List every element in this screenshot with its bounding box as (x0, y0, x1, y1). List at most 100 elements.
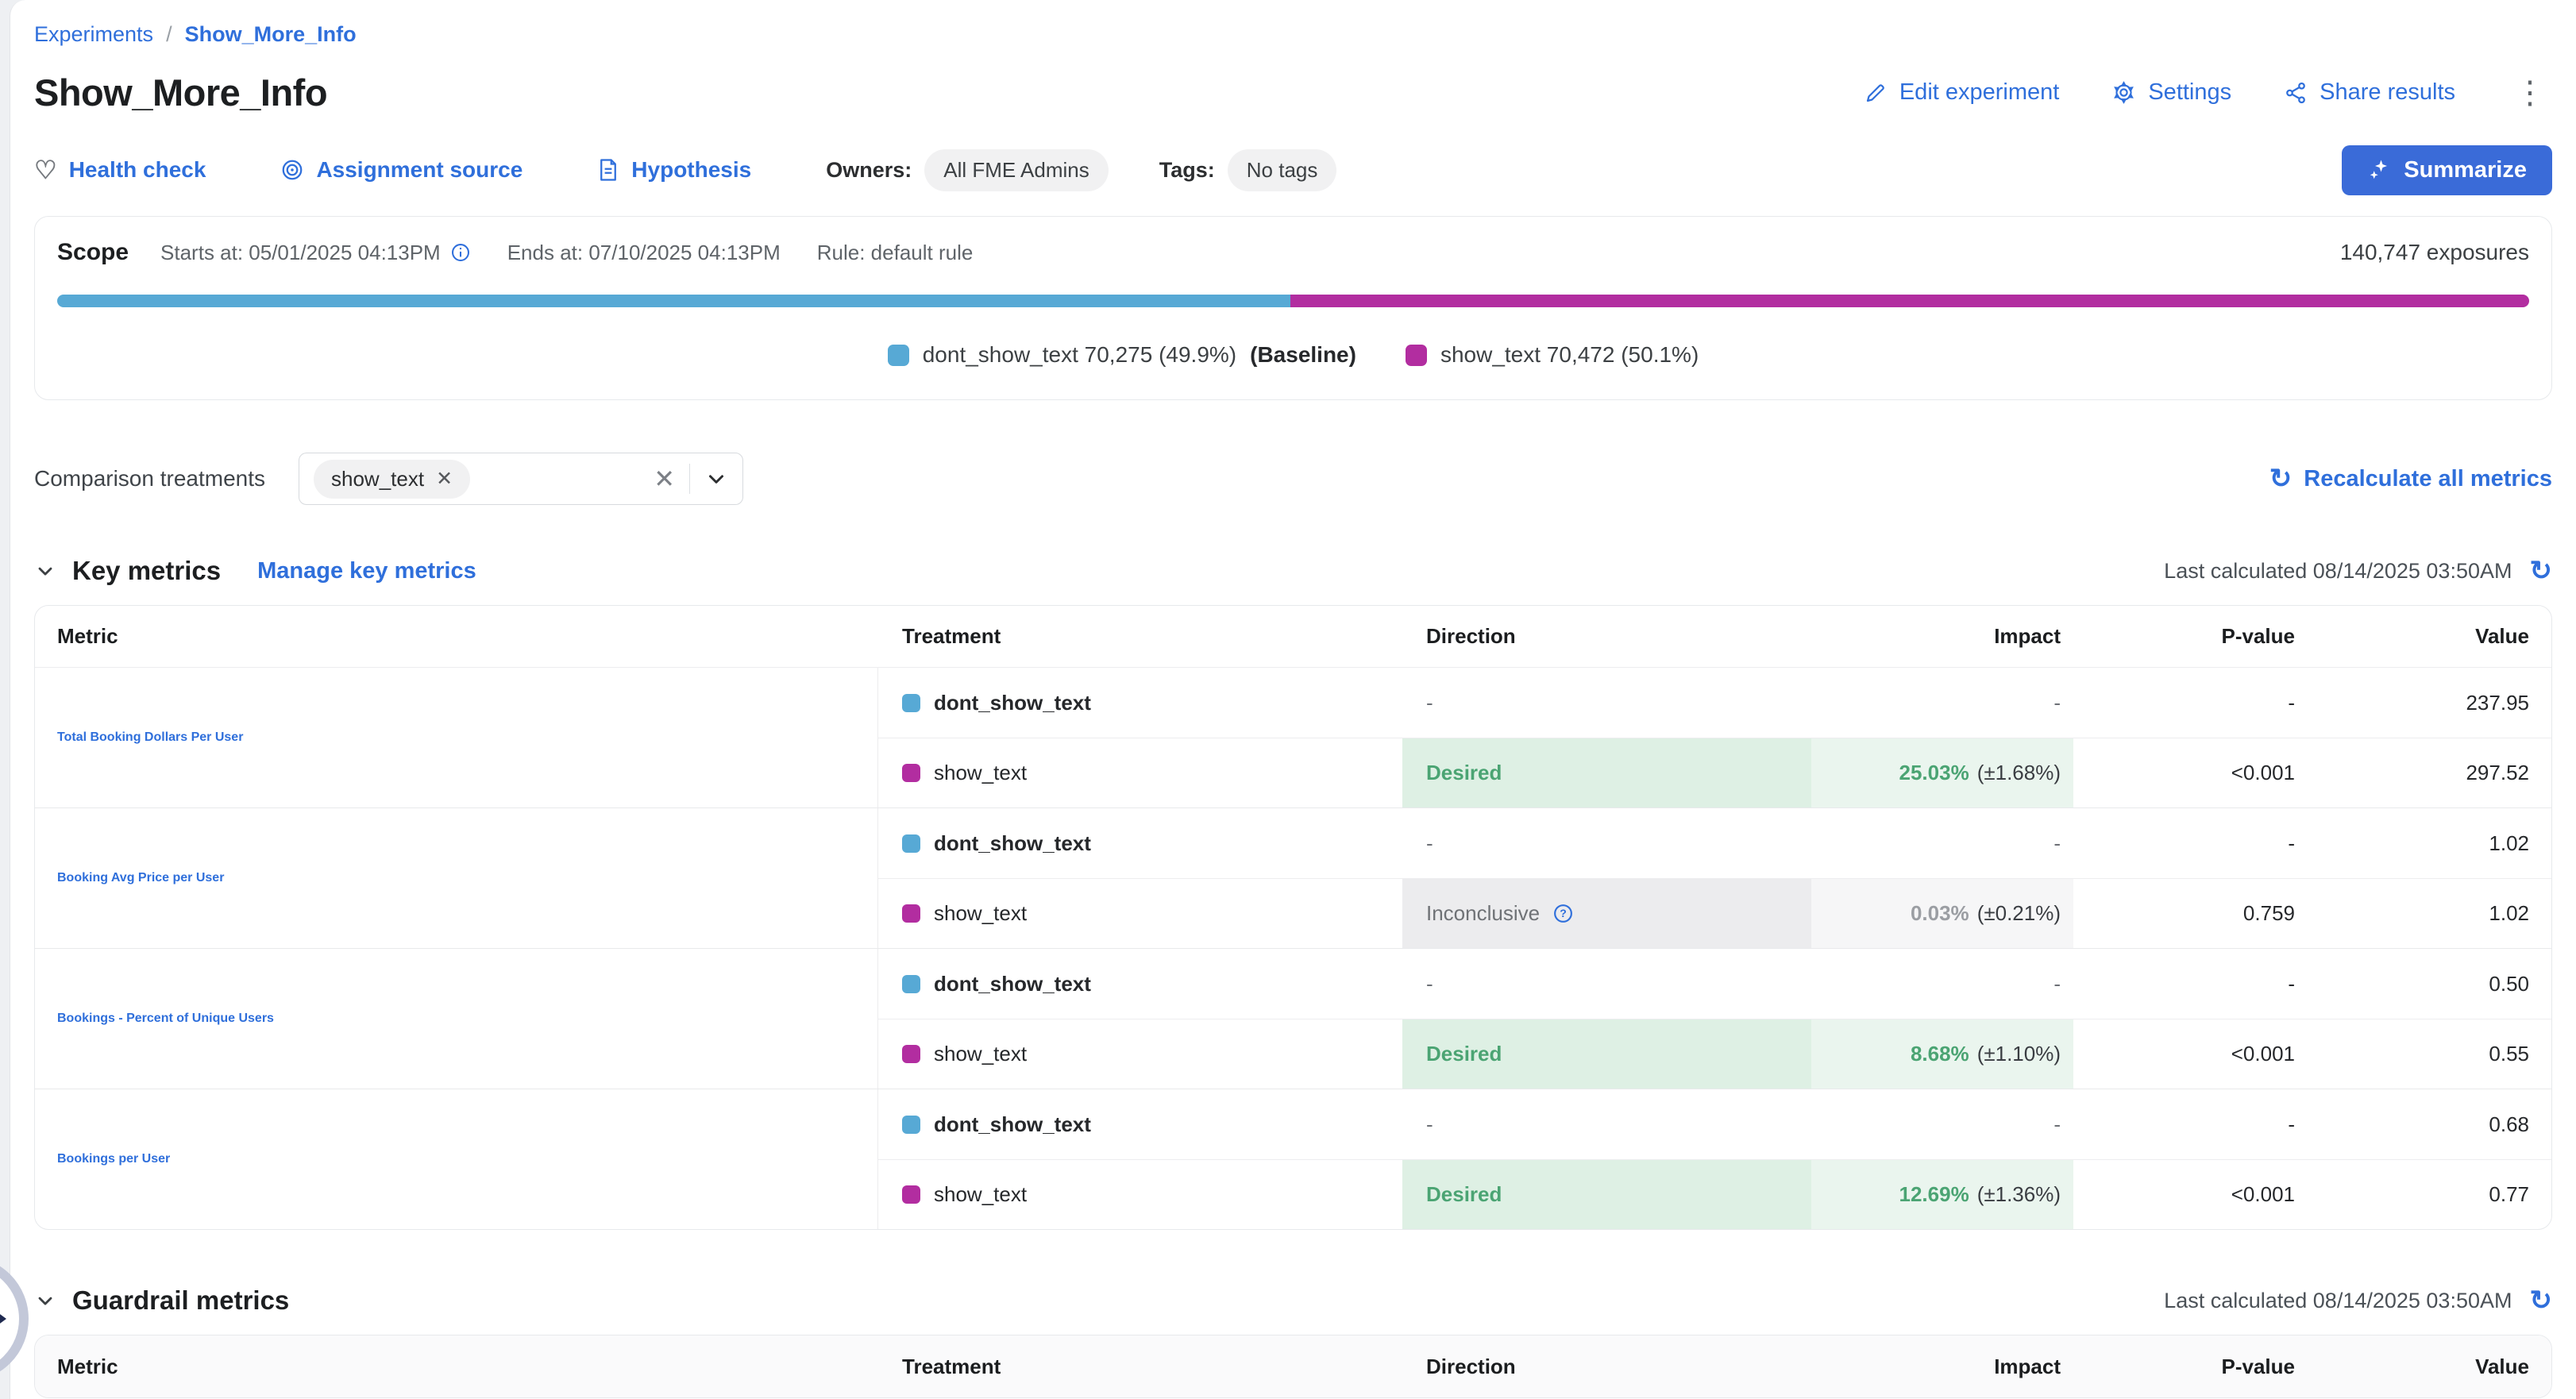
pvalue-cell: 0.759 (2073, 878, 2300, 948)
settings-button[interactable]: Settings (2111, 79, 2231, 106)
baseline-swatch (902, 975, 920, 993)
owners-pill[interactable]: All FME Admins (924, 149, 1109, 191)
guardrail-table-header: Metric Treatment Direction Impact P-valu… (35, 1335, 2551, 1397)
metric-group: Bookings - Percent of Unique Users dont_… (35, 948, 2551, 1089)
scope-starts-at-text: Starts at: 05/01/2025 04:13PM (160, 241, 441, 265)
treatment-name: dont_show_text (934, 972, 1091, 996)
summarize-button[interactable]: Summarize (2342, 145, 2552, 195)
treatment-name: show_text (934, 901, 1027, 926)
share-results-button[interactable]: Share results (2284, 79, 2455, 106)
col-impact: Impact (1811, 624, 2073, 649)
table-row-treatment: dont_show_text (878, 808, 1402, 878)
col-treatment: Treatment (878, 1355, 1402, 1379)
health-check-label: Health check (69, 157, 206, 183)
metric-link[interactable]: Booking Avg Price per User (35, 808, 878, 948)
refresh-icon[interactable]: ↻ (2530, 557, 2553, 584)
recalculate-label: Recalculate all metrics (2304, 466, 2552, 492)
owners-group: Owners: All FME Admins (826, 149, 1109, 191)
table-row-treatment: dont_show_text (878, 668, 1402, 738)
chevron-down-icon[interactable] (704, 467, 728, 491)
impact-cell: - (1811, 668, 2073, 738)
select-clear-icon[interactable]: ✕ (654, 464, 675, 494)
key-metrics-title: Key metrics (72, 556, 221, 586)
baseline-bar-segment (57, 295, 1290, 307)
pencil-icon (1864, 81, 1888, 105)
breadcrumb-experiments[interactable]: Experiments (34, 22, 153, 47)
key-metrics-table-header: Metric Treatment Direction Impact P-valu… (35, 606, 2551, 668)
pvalue-cell: - (2073, 1089, 2300, 1159)
key-metrics-header: Key metrics Manage key metrics Last calc… (34, 556, 2552, 586)
table-row-treatment: show_text (878, 1019, 1402, 1089)
comparison-treatments-select[interactable]: show_text ✕ ✕ (299, 453, 743, 505)
scope-starts-at: Starts at: 05/01/2025 04:13PM (160, 241, 471, 265)
document-icon (597, 158, 619, 182)
value-cell: 297.52 (2300, 738, 2551, 807)
treatment-chip-label: show_text (331, 467, 424, 491)
pvalue-cell: <0.001 (2073, 738, 2300, 807)
help-icon[interactable]: ? (1552, 903, 1574, 924)
last-calculated-text: Last calculated 08/14/2025 03:50AM (2164, 559, 2512, 584)
assignment-source-label: Assignment source (316, 157, 523, 183)
comparison-label: Comparison treatments (34, 466, 265, 491)
info-icon[interactable] (450, 242, 471, 263)
col-direction: Direction (1402, 1355, 1811, 1379)
metric-link[interactable]: Bookings - Percent of Unique Users (35, 949, 878, 1089)
value-cell: 1.02 (2300, 878, 2551, 948)
direction-cell: - (1402, 1089, 1811, 1159)
guardrail-metrics-table: Metric Treatment Direction Impact P-valu… (34, 1335, 2552, 1398)
assignment-source-link[interactable]: Assignment source (280, 157, 523, 183)
share-results-label: Share results (2320, 79, 2455, 106)
treatment-bar-segment (1290, 295, 2529, 307)
legend-item-treatment: show_text 70,472 (50.1%) (1406, 342, 1699, 368)
target-icon (280, 158, 304, 182)
gear-icon (2111, 80, 2136, 105)
refresh-icon[interactable]: ↻ (2530, 1287, 2553, 1314)
metric-group: Booking Avg Price per User dont_show_tex… (35, 807, 2551, 948)
settings-label: Settings (2148, 79, 2231, 106)
main-content: Experiments / Show_More_Info Show_More_I… (10, 0, 2576, 1399)
pvalue-cell: - (2073, 668, 2300, 738)
direction-cell: Inconclusive ? (1402, 878, 1811, 948)
impact-cell: 8.68%(±1.10%) (1811, 1019, 2073, 1089)
treatment-swatch (1406, 345, 1427, 366)
edit-experiment-label: Edit experiment (1899, 79, 2060, 106)
col-metric: Metric (35, 624, 878, 649)
exposure-split-bar (57, 295, 2529, 307)
col-impact: Impact (1811, 1355, 2073, 1379)
treatment-swatch (902, 904, 920, 923)
metric-link[interactable]: Bookings per User (35, 1089, 878, 1229)
last-calculated-text: Last calculated 08/14/2025 03:50AM (2164, 1289, 2512, 1313)
more-menu-kebab-icon[interactable]: ⋮ (2508, 77, 2552, 109)
metric-group: Total Booking Dollars Per User dont_show… (35, 668, 2551, 807)
chip-remove-icon[interactable]: ✕ (436, 467, 453, 491)
health-check-link[interactable]: ♡ Health check (34, 157, 206, 183)
edit-experiment-button[interactable]: Edit experiment (1864, 79, 2060, 106)
manage-key-metrics-link[interactable]: Manage key metrics (257, 558, 476, 584)
impact-percent: 0.03% (1911, 901, 1969, 926)
treatment-name: dont_show_text (934, 831, 1091, 856)
metric-link[interactable]: Total Booking Dollars Per User (35, 668, 878, 807)
legend-item-baseline: dont_show_text 70,275 (49.9%) (Baseline) (888, 342, 1356, 368)
chevron-down-icon (34, 560, 56, 582)
guardrail-metrics-collapse-toggle[interactable]: Guardrail metrics (34, 1285, 289, 1316)
experiment-page: Experiments / Show_More_Info Show_More_I… (0, 0, 2576, 1399)
impact-ci: (±1.36%) (1977, 1182, 2061, 1207)
breadcrumb-current[interactable]: Show_More_Info (185, 22, 357, 47)
impact-cell: 12.69%(±1.36%) (1811, 1159, 2073, 1229)
recalculate-all-metrics-button[interactable]: ↻ Recalculate all metrics (2269, 465, 2552, 492)
col-value: Value (2300, 624, 2551, 649)
tags-group: Tags: No tags (1159, 149, 1337, 191)
direction-cell: - (1402, 668, 1811, 738)
impact-cell: - (1811, 949, 2073, 1019)
key-metrics-last-calculated: Last calculated 08/14/2025 03:50AM ↻ (2164, 557, 2552, 584)
exposure-legend: dont_show_text 70,275 (49.9%) (Baseline)… (57, 342, 2529, 368)
direction-label: Inconclusive (1426, 901, 1540, 926)
direction-cell: - (1402, 808, 1811, 878)
hypothesis-link[interactable]: Hypothesis (597, 157, 751, 183)
table-row-treatment: show_text (878, 878, 1402, 948)
treatment-chip[interactable]: show_text ✕ (314, 460, 470, 499)
key-metrics-collapse-toggle[interactable]: Key metrics (34, 556, 221, 586)
value-cell: 0.50 (2300, 949, 2551, 1019)
tags-pill[interactable]: No tags (1228, 149, 1337, 191)
treatment-swatch (902, 764, 920, 782)
